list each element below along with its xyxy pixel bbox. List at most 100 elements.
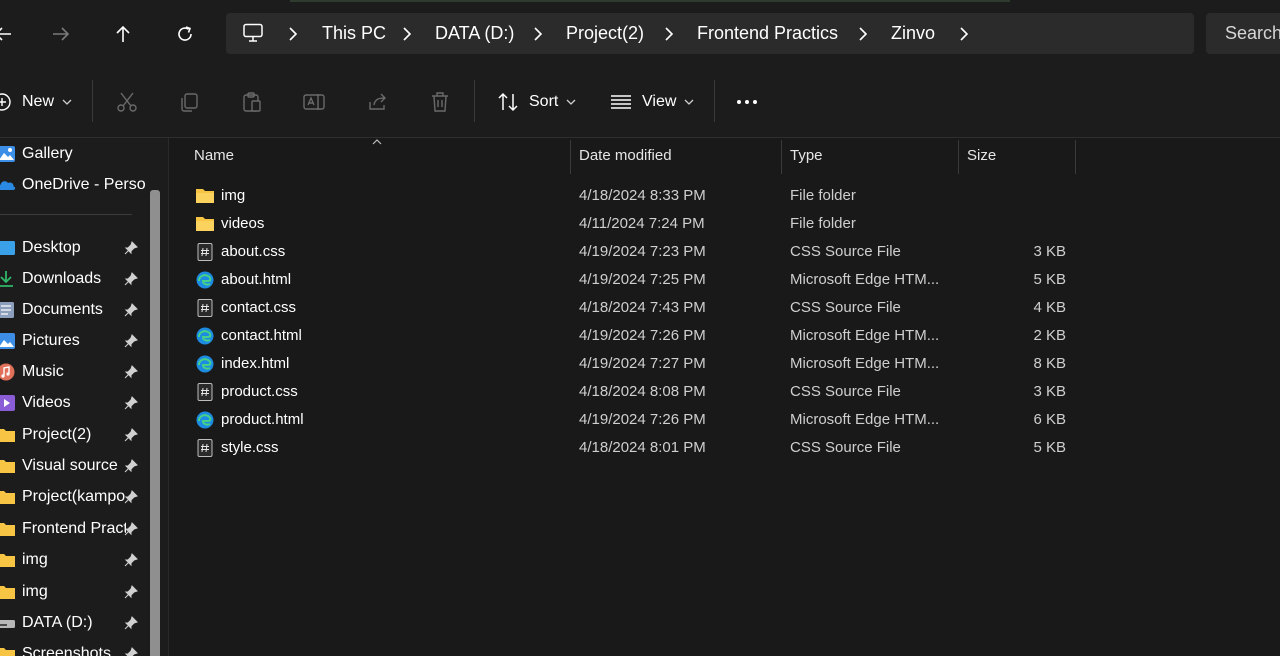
pin-icon[interactable] [124,303,138,317]
arrow-left-icon [0,27,11,41]
forward-button[interactable] [44,17,78,51]
column-header-date[interactable]: Date modified [579,138,672,174]
search-input[interactable]: Search [1206,13,1280,54]
chevron-right-icon[interactable] [959,27,969,41]
file-date: 4/19/2024 7:27 PM [579,355,706,372]
column-divider[interactable] [958,140,959,174]
up-button[interactable] [106,17,140,51]
sidebar-item-onedrive[interactable]: OneDrive - Personal [0,170,150,200]
sidebar-item-desktop[interactable]: Desktop [0,233,150,263]
file-row[interactable]: style.css 4/18/2024 8:01 PM CSS Source F… [169,434,1280,462]
sidebar-item-pictures[interactable]: Pictures [0,326,150,356]
sidebar-item-data-drive[interactable]: DATA (D:) [0,608,150,638]
pin-icon[interactable] [124,616,138,630]
breadcrumb-project2[interactable]: Project(2) [566,13,644,54]
file-date: 4/18/2024 7:43 PM [579,299,706,316]
navigation-pane: Gallery OneDrive - Personal Desktop Down… [0,138,169,656]
sidebar-item-music[interactable]: Music [0,357,150,387]
cut-icon[interactable] [115,90,139,114]
copy-icon[interactable] [177,90,201,114]
paste-icon[interactable] [240,90,264,114]
pin-icon[interactable] [124,272,138,286]
sidebar-item-screenshots[interactable]: Screenshots [0,639,150,656]
new-button[interactable]: New [0,66,72,137]
column-divider[interactable] [781,140,782,174]
more-options-icon[interactable] [735,90,759,114]
sidebar-item-frontend-practics[interactable]: Frontend Practics [0,514,150,544]
column-header-type[interactable]: Type [790,138,823,174]
sidebar-item-downloads[interactable]: Downloads [0,264,150,294]
breadcrumb-frontend-practics[interactable]: Frontend Practics [697,13,838,54]
share-icon[interactable] [366,90,390,114]
view-button[interactable]: View [610,66,694,137]
file-name: style.css [221,439,279,456]
pin-icon[interactable] [124,459,138,473]
toolbar-divider [92,80,93,122]
file-row[interactable]: img 4/18/2024 8:33 PM File folder [169,182,1280,210]
chevron-right-icon [859,27,868,41]
downloads-icon [0,271,13,287]
plus-circle-icon [0,92,11,111]
pin-icon[interactable] [124,522,138,536]
pin-icon[interactable] [124,396,138,410]
pin-icon[interactable] [124,428,138,442]
file-row[interactable]: about.css 4/19/2024 7:23 PM CSS Source F… [169,238,1280,266]
sidebar-divider [0,214,132,215]
sidebar-item-img-2[interactable]: img [0,577,150,607]
folder-icon [0,554,15,567]
pin-icon[interactable] [124,241,138,255]
column-header-size[interactable]: Size [967,138,996,174]
delete-icon[interactable] [428,90,452,114]
file-name: contact.html [221,327,302,344]
file-row[interactable]: contact.html 4/19/2024 7:26 PM Microsoft… [169,322,1280,350]
file-size: 5 KB [1033,271,1066,288]
pin-icon[interactable] [124,647,138,656]
back-button[interactable] [0,17,20,51]
music-icon [0,363,15,381]
column-divider[interactable] [1075,140,1076,174]
pin-icon[interactable] [124,553,138,567]
css-file-icon [197,243,213,261]
pin-icon[interactable] [124,585,138,599]
css-file-icon [197,383,213,401]
file-date: 4/19/2024 7:26 PM [579,327,706,344]
sidebar-item-project2[interactable]: Project(2) [0,420,150,450]
column-divider[interactable] [570,140,571,174]
file-row[interactable]: about.html 4/19/2024 7:25 PM Microsoft E… [169,266,1280,294]
sidebar-item-gallery[interactable]: Gallery [0,139,150,169]
file-date: 4/19/2024 7:23 PM [579,243,706,260]
file-row[interactable]: product.html 4/19/2024 7:26 PM Microsoft… [169,406,1280,434]
refresh-button[interactable] [168,17,202,51]
sort-button[interactable]: Sort [497,66,576,137]
file-row[interactable]: videos 4/11/2024 7:24 PM File folder [169,210,1280,238]
chevron-down-icon [566,99,576,105]
pin-icon[interactable] [124,490,138,504]
column-header-name[interactable]: Name [194,138,234,174]
file-name: videos [221,215,265,232]
pin-icon[interactable] [124,365,138,379]
pin-icon[interactable] [124,334,138,348]
breadcrumb-zinvo[interactable]: Zinvo [891,13,935,54]
file-date: 4/18/2024 8:08 PM [579,383,706,400]
address-bar[interactable]: This PC DATA (D:) Project(2) Frontend Pr… [226,13,1194,54]
file-row[interactable]: index.html 4/19/2024 7:27 PM Microsoft E… [169,350,1280,378]
sidebar-item-label: DATA (D:) [22,614,93,631]
file-row[interactable]: contact.css 4/18/2024 7:43 PM CSS Source… [169,294,1280,322]
folder-icon [0,523,15,536]
file-row[interactable]: product.css 4/18/2024 8:08 PM CSS Source… [169,378,1280,406]
breadcrumb-this-pc[interactable]: This PC [322,13,386,54]
sidebar-item-project-kampong[interactable]: Project(kampong) [0,482,150,512]
sidebar-item-label: Gallery [22,145,73,162]
desktop-icon [0,241,15,255]
file-name: product.html [221,411,304,428]
rename-icon[interactable] [302,90,326,114]
breadcrumb-data-drive[interactable]: DATA (D:) [435,13,514,54]
sidebar-scrollbar[interactable] [150,190,160,656]
sidebar-item-videos[interactable]: Videos [0,388,150,418]
sidebar-item-documents[interactable]: Documents [0,295,150,325]
command-bar: New Sort View [0,66,1280,138]
gallery-icon [0,146,15,162]
sidebar-item-visual-source[interactable]: Visual source [0,451,150,481]
sidebar-item-label: Downloads [22,270,102,287]
sidebar-item-img[interactable]: img [0,545,150,575]
